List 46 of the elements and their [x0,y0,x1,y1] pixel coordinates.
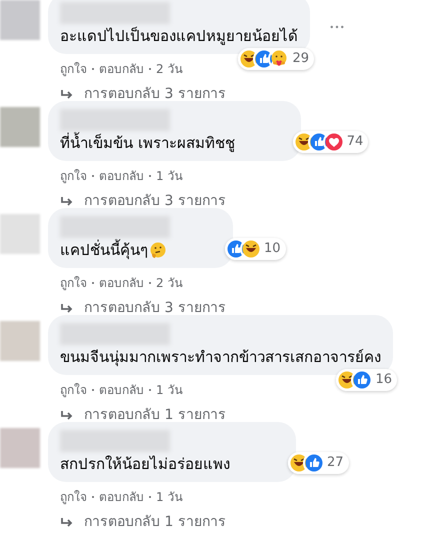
reply-link[interactable]: ตอบกลับ [99,381,144,399]
reply-link[interactable]: ตอบกลับ [99,488,144,506]
comment-text: ที่น้ำเข็มข้น เพราะผสมทิชชู [60,133,235,153]
more-options-icon[interactable] [330,25,344,29]
comment-text: สกปรกให้น้อยไม่อร่อยแพง [60,454,230,474]
reply-link[interactable]: ตอบกลับ [99,274,144,292]
reply-arrow-icon [60,516,74,528]
reaction-count: 10 [264,240,281,258]
reply-arrow-icon [60,88,74,100]
reaction-count: 27 [327,454,344,472]
comment-text: ขนมจีนนุ่มมากเพราะทำจากข้าวสารเสกอาจารย์คง [60,347,381,367]
avatar[interactable] [0,107,40,147]
reaction-count: 16 [375,371,392,390]
timestamp: 2 วัน [156,275,182,292]
like-link[interactable]: ถูกใจ [60,381,87,399]
comment-text: แคปชั่นนี้คุ้นๆ [60,240,148,260]
timestamp: 1 วัน [156,382,182,399]
like-link[interactable]: ถูกใจ [60,167,87,185]
avatar[interactable] [0,428,40,468]
like-link[interactable]: ถูกใจ [60,488,87,506]
reply-arrow-icon [60,410,74,422]
reaction-count: 74 [346,133,364,152]
reaction-summary[interactable]: 16 [336,369,397,391]
reaction-summary[interactable]: 29 [238,48,314,70]
view-replies-link[interactable]: การตอบกลับ 1 รายการ [60,405,226,426]
comment-text: อะแดปไปเป็นของแคปหมูยายน้อยได้ [60,26,298,46]
reaction-summary[interactable]: 27 [288,452,349,474]
reply-arrow-icon [60,302,74,314]
avatar[interactable] [0,321,40,361]
reaction-count: 29 [292,50,309,68]
view-replies-link[interactable]: การตอบกลับ 3 รายการ [60,191,226,212]
timestamp: 1 วัน [156,489,182,506]
timestamp: 1 วัน [156,168,182,185]
reply-link[interactable]: ตอบกลับ [99,60,144,78]
reaction-summary[interactable]: 10 [225,238,286,260]
reaction-summary[interactable]: 74 [292,131,368,153]
reply-arrow-icon [60,196,74,208]
like-link[interactable]: ถูกใจ [60,60,87,78]
avatar[interactable] [0,214,40,254]
reply-link[interactable]: ตอบกลับ [99,167,144,185]
view-replies-link[interactable]: การตอบกลับ 3 รายการ [60,84,226,105]
timestamp: 2 วัน [156,61,182,78]
view-replies-link[interactable]: การตอบกลับ 3 รายการ [60,298,226,319]
like-link[interactable]: ถูกใจ [60,274,87,292]
view-replies-link[interactable]: การตอบกลับ 1 รายการ [60,512,226,533]
avatar[interactable] [0,0,40,40]
